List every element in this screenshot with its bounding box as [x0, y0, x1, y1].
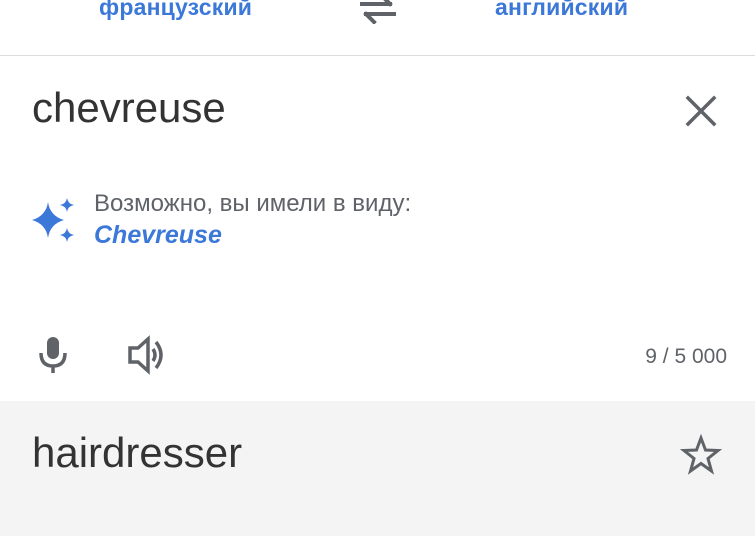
language-bar: французский английский: [0, 0, 755, 56]
source-text-input[interactable]: chevreuse: [32, 84, 226, 132]
target-language-button[interactable]: английский: [495, 0, 628, 21]
translation-result-text: hairdresser: [32, 429, 243, 476]
close-icon[interactable]: [680, 90, 722, 132]
speaker-icon[interactable]: [126, 334, 170, 376]
microphone-icon[interactable]: [36, 333, 72, 375]
translation-result-panel: hairdresser: [0, 401, 755, 536]
star-outline-icon[interactable]: [680, 434, 722, 476]
suggestion-link[interactable]: Chevreuse: [94, 221, 222, 250]
translate-page: французский английский chevreuse Возможн…: [0, 0, 755, 536]
suggestion-label: Возможно, вы имели в виду:: [94, 190, 412, 217]
source-language-button[interactable]: французский: [99, 0, 252, 21]
swap-arrows-icon[interactable]: [358, 0, 398, 24]
sparkle-icon: [30, 196, 78, 246]
character-count: 9 / 5 000: [645, 345, 727, 368]
